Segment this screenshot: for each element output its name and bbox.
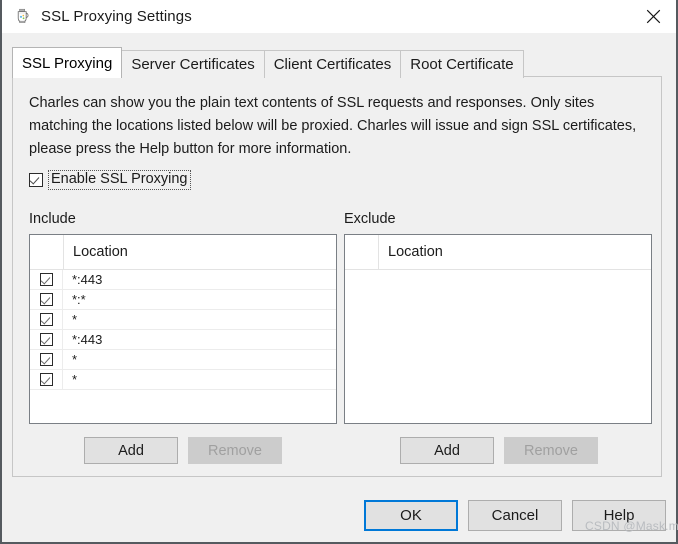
ssl-proxying-settings-window: SSL Proxying Settings SSL Proxying Serve… [0,0,678,544]
close-icon [646,9,661,24]
row-location: * [72,372,78,387]
row-checkbox-cell[interactable] [30,290,63,309]
tab-root-certificate[interactable]: Root Certificate [400,50,524,78]
enable-ssl-proxying-label: Enable SSL Proxying [48,170,191,190]
exclude-section-label: Exclude [344,211,396,227]
row-location: *:443 [72,332,103,347]
ok-button[interactable]: OK [364,500,458,531]
row-location: *:* [72,292,86,307]
include-list-header: Location [30,235,336,270]
tab-ssl-proxying[interactable]: SSL Proxying [12,47,123,78]
cancel-button[interactable]: Cancel [468,500,562,531]
table-row[interactable]: * [30,350,336,370]
table-row[interactable]: * [30,370,336,390]
row-checkbox-cell[interactable] [30,350,63,369]
row-location: * [72,312,78,327]
row-checkbox[interactable] [39,313,53,326]
exclude-add-button[interactable]: Add [400,437,494,464]
row-location: *:443 [72,272,103,287]
tab-label: Server Certificates [131,56,255,73]
row-checkbox[interactable] [39,293,53,306]
charles-jug-icon [14,8,32,26]
row-checkbox[interactable] [39,353,53,366]
table-row[interactable]: *:* [30,290,336,310]
row-checkbox-cell[interactable] [30,310,63,329]
enable-ssl-proxying-checkbox[interactable] [29,173,43,187]
ssl-proxying-tab-panel: Charles can show you the plain text cont… [12,76,662,477]
tab-label: SSL Proxying [22,54,113,72]
window-title: SSL Proxying Settings [41,8,192,25]
table-row[interactable]: * [30,310,336,330]
include-add-button[interactable]: Add [84,437,178,464]
exclude-list-header: Location [345,235,651,270]
row-checkbox-cell[interactable] [30,370,63,389]
title-bar: SSL Proxying Settings [2,0,676,33]
row-checkbox-cell[interactable] [30,330,63,349]
tab-label: Client Certificates [273,56,392,73]
enable-ssl-proxying-row[interactable]: Enable SSL Proxying [29,170,191,190]
tab-client-certificates[interactable]: Client Certificates [263,50,402,78]
row-checkbox[interactable] [39,373,53,386]
table-row[interactable]: *:443 [30,270,336,290]
exclude-list[interactable]: Location [344,234,652,424]
tab-server-certificates[interactable]: Server Certificates [121,50,265,78]
tab-label: Root Certificate [410,56,514,73]
description-text: Charles can show you the plain text cont… [29,95,637,157]
include-section-label: Include [29,211,76,227]
row-location: * [72,352,78,367]
row-checkbox[interactable] [39,273,53,286]
tab-strip: SSL Proxying Server Certificates Client … [12,47,660,78]
table-row[interactable]: *:443 [30,330,336,350]
help-button[interactable]: Help [572,500,666,531]
exclude-header-location: Location [388,244,443,260]
row-checkbox-cell[interactable] [30,270,63,289]
row-checkbox[interactable] [39,333,53,346]
include-header-location: Location [73,244,128,260]
exclude-header-checkbox-col [345,235,379,269]
include-header-checkbox-col [30,235,64,269]
close-button[interactable] [630,0,676,33]
include-list[interactable]: Location *:443 *:* * *:443 * * [29,234,337,424]
exclude-remove-button: Remove [504,437,598,464]
include-remove-button: Remove [188,437,282,464]
